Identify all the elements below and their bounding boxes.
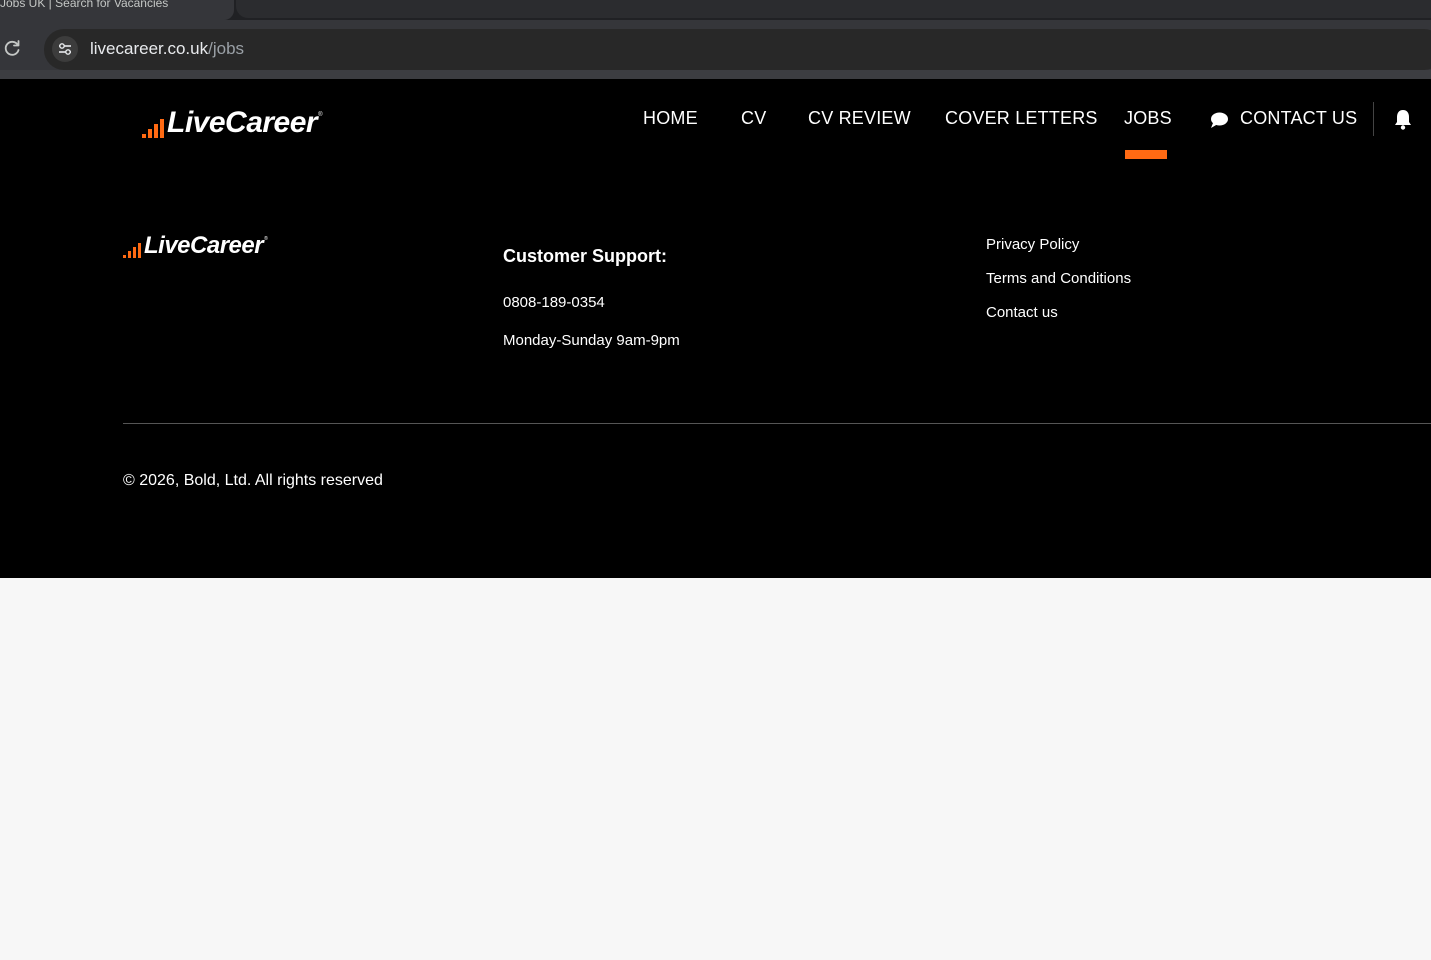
footer-logo-text: LiveCareer [144,232,264,259]
browser-tabstrip: Jobs UK | Search for Vacancies [0,0,1431,20]
nav-active-indicator [1125,150,1167,159]
site-page-dark-area [0,79,1431,578]
footer-link-terms-and-conditions[interactable]: Terms and Conditions [986,270,1131,287]
nav-cv-review[interactable]: CV REVIEW [808,108,911,132]
support-hours: Monday-Sunday 9am-9pm [503,332,680,349]
support-phone: 0808-189-0354 [503,294,605,311]
url-host: livecareer.co.uk [90,39,209,58]
footer-link-contact-us[interactable]: Contact us [986,304,1058,321]
nav-cv[interactable]: CV [741,108,766,132]
header-logo[interactable]: LiveCareer ® [142,108,323,138]
address-bar[interactable] [44,29,1431,70]
logo-bars-icon [142,119,164,138]
bell-icon[interactable] [1393,108,1413,130]
footer-link-privacy-policy[interactable]: Privacy Policy [986,236,1079,253]
browser-tab-active[interactable]: Jobs UK | Search for Vacancies [0,0,234,20]
registered-mark-icon: ® [264,236,268,242]
customer-support-heading: Customer Support: [503,246,667,266]
footer-logo[interactable]: LiveCareer ® [123,234,268,258]
nav-contact-us[interactable]: CONTACT US [1240,108,1357,132]
browser-tab-title: Jobs UK | Search for Vacancies [0,0,169,10]
logo-bars-icon [123,243,141,258]
chat-bubble-icon [1211,112,1228,128]
nav-jobs[interactable]: JOBS [1124,108,1172,132]
reload-icon[interactable] [2,38,22,58]
nav-home[interactable]: HOME [643,108,698,132]
footer-divider [123,423,1431,424]
nav-divider [1373,102,1374,136]
browser-toolbar-border [0,70,1431,79]
url-path: /jobs [208,39,245,58]
address-bar-url[interactable]: livecareer.co.uk/jobs [90,39,244,61]
site-info-icon[interactable] [52,36,78,62]
header-logo-text: LiveCareer [167,106,318,139]
copyright-text: © 2026, Bold, Ltd. All rights reserved [123,472,383,489]
nav-cover-letters[interactable]: COVER LETTERS [945,108,1098,132]
registered-mark-icon: ® [318,112,323,118]
browser-tabstrip-empty [236,0,1431,18]
